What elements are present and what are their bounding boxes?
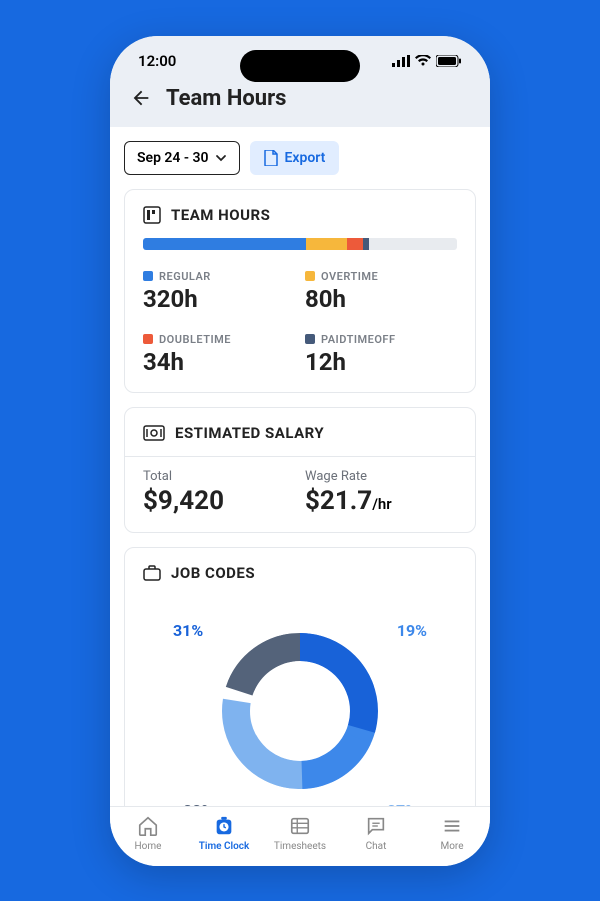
card-title: JOB CODES — [171, 564, 255, 582]
card-title: TEAM HOURS — [171, 206, 270, 224]
page-title: Team Hours — [166, 86, 286, 111]
salary-rate: Wage Rate $21.7/hr — [305, 469, 457, 516]
nav-chat[interactable]: Chat — [338, 815, 414, 852]
date-range-button[interactable]: Sep 24 - 30 — [124, 141, 240, 175]
bottom-nav: Home Time Clock Timesheets Chat More — [110, 806, 490, 866]
team-hours-card: TEAM HOURS REGULAR 320h OVERTIME 80h — [124, 189, 476, 393]
bar-overtime — [306, 238, 347, 250]
card-title: ESTIMATED SALARY — [175, 424, 324, 442]
dot-paidtimeoff — [305, 334, 315, 344]
nav-more[interactable]: More — [414, 815, 490, 852]
dot-regular — [143, 271, 153, 281]
job-codes-card: JOB CODES — [124, 547, 476, 806]
nav-timesheets[interactable]: Timesheets — [262, 815, 338, 852]
card-header: JOB CODES — [143, 564, 457, 582]
header: Team Hours — [110, 78, 490, 127]
date-range-label: Sep 24 - 30 — [137, 150, 209, 166]
export-button[interactable]: Export — [250, 141, 340, 175]
money-icon — [143, 425, 165, 441]
chevron-down-icon — [215, 152, 227, 164]
toolbar: Sep 24 - 30 Export — [124, 141, 476, 175]
bar-empty — [369, 238, 457, 250]
home-icon — [137, 815, 159, 837]
stat-doubletime: DOUBLETIME 34h — [143, 333, 295, 376]
wifi-icon — [415, 55, 431, 67]
status-indicators — [392, 55, 462, 67]
battery-icon — [436, 55, 462, 67]
card-header: ESTIMATED SALARY — [143, 424, 457, 442]
export-label: Export — [285, 150, 326, 166]
briefcase-icon — [143, 565, 161, 581]
salary-total: Total $9,420 — [143, 469, 295, 516]
stat-overtime: OVERTIME 80h — [305, 270, 457, 313]
donut-label-1: 31% — [173, 621, 203, 640]
stat-paidtimeoff: PAIDTIMEOFF 12h — [305, 333, 457, 376]
dot-doubletime — [143, 334, 153, 344]
status-time: 12:00 — [138, 52, 176, 70]
stat-regular: REGULAR 320h — [143, 270, 295, 313]
bar-regular — [143, 238, 306, 250]
nav-home[interactable]: Home — [110, 815, 186, 852]
table-icon — [289, 815, 311, 837]
donut-chart: 31% 19% 27% 22% — [143, 596, 457, 806]
back-arrow-icon[interactable] — [130, 87, 152, 109]
hours-progress-bar — [143, 238, 457, 250]
menu-icon — [441, 815, 463, 837]
dashboard-icon — [143, 206, 161, 224]
phone-frame: 12:00 Team Hours Sep 24 - 30 Export TEA — [110, 36, 490, 866]
signal-icon — [392, 55, 410, 67]
hours-grid: REGULAR 320h OVERTIME 80h DOUBLETIME 34h… — [143, 270, 457, 376]
salary-grid: Total $9,420 Wage Rate $21.7/hr — [143, 469, 457, 516]
dot-overtime — [305, 271, 315, 281]
content-scroll[interactable]: Sep 24 - 30 Export TEAM HOURS — [110, 127, 490, 806]
donut-label-4: 22% — [183, 801, 213, 806]
clock-icon — [213, 815, 235, 837]
divider — [125, 456, 475, 457]
document-icon — [264, 150, 278, 166]
salary-card: ESTIMATED SALARY Total $9,420 Wage Rate … — [124, 407, 476, 533]
bar-doubletime — [347, 238, 363, 250]
card-header: TEAM HOURS — [143, 206, 457, 224]
chat-icon — [365, 815, 387, 837]
nav-timeclock[interactable]: Time Clock — [186, 815, 262, 852]
donut-label-2: 19% — [397, 621, 427, 640]
phone-notch — [240, 50, 360, 82]
donut-label-3: 27% — [387, 801, 417, 806]
